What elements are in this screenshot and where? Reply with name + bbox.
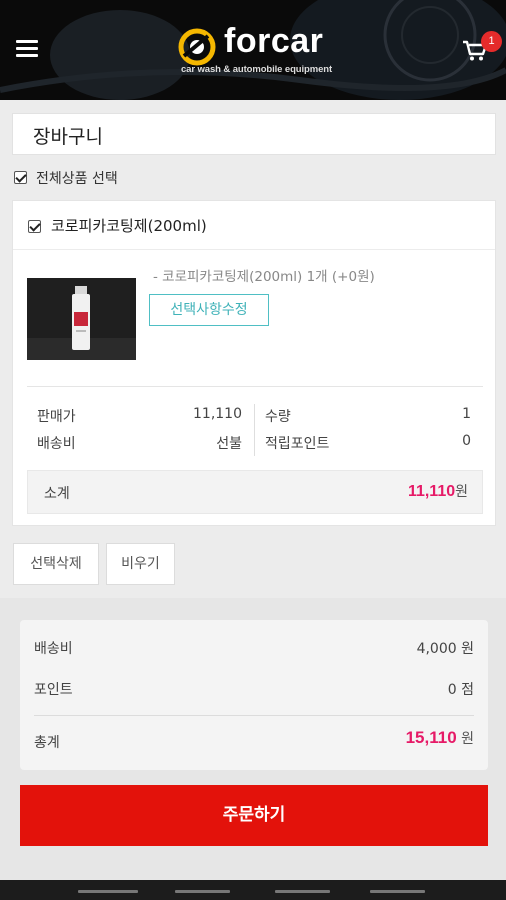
select-all-checkbox[interactable] bbox=[14, 171, 27, 184]
brand-logo[interactable]: forcar car wash & automobile equipment bbox=[178, 22, 348, 80]
footer bbox=[0, 880, 506, 900]
item-checkbox[interactable] bbox=[28, 220, 41, 233]
footer-link-placeholder bbox=[175, 890, 230, 893]
total-amount: 15,110 원 bbox=[406, 728, 474, 748]
footer-link-placeholder bbox=[275, 890, 330, 893]
subtotal-label: 소계 bbox=[44, 486, 70, 502]
quantity-label: 수량 bbox=[265, 409, 291, 425]
footer-link-placeholder bbox=[78, 890, 138, 893]
column-divider bbox=[254, 404, 255, 456]
divider bbox=[27, 386, 483, 387]
summary-points-value: 0 점 bbox=[447, 682, 474, 698]
delete-selected-button[interactable]: 선택삭제 bbox=[13, 543, 99, 585]
points-value: 0 bbox=[462, 433, 471, 449]
empty-cart-button[interactable]: 비우기 bbox=[106, 543, 175, 585]
subtotal-value: 11,110 bbox=[407, 483, 456, 500]
total-value: 15,110 bbox=[405, 728, 457, 747]
product-thumbnail[interactable] bbox=[27, 278, 136, 360]
select-all-label: 전체상품 선택 bbox=[36, 171, 118, 187]
shipping-label: 배송비 bbox=[37, 436, 76, 452]
brand-tagline: car wash & automobile equipment bbox=[181, 64, 333, 75]
page-title: 장바구니 bbox=[33, 126, 103, 148]
summary-shipping-label: 배송비 bbox=[34, 641, 73, 657]
item-header: 코로피카코팅제(200ml) bbox=[13, 201, 495, 250]
item-name[interactable]: 코로피카코팅제(200ml) bbox=[51, 215, 207, 236]
sale-price-value: 11,110 bbox=[193, 406, 242, 422]
summary-shipping-value: 4,000 원 bbox=[416, 641, 474, 657]
footer-link-placeholder bbox=[370, 890, 425, 893]
menu-icon[interactable] bbox=[16, 40, 38, 58]
points-label: 적립포인트 bbox=[265, 436, 330, 452]
total-label: 총계 bbox=[34, 735, 60, 751]
app-header: forcar car wash & automobile equipment 1 bbox=[0, 0, 506, 100]
subtotal-amount: 11,110원 bbox=[408, 481, 468, 501]
summary-points-label: 포인트 bbox=[34, 682, 73, 698]
total-unit: 원 bbox=[461, 731, 474, 747]
cart-item-card: 코로피카코팅제(200ml) - 코로피카코팅제(200ml) 1개 (+0원)… bbox=[12, 200, 496, 526]
quantity-value: 1 bbox=[462, 406, 471, 422]
shipping-value: 선불 bbox=[216, 436, 242, 452]
order-summary: 배송비 4,000 원 포인트 0 점 총계 15,110 원 bbox=[20, 620, 488, 770]
brand-name: forcar bbox=[224, 22, 324, 60]
edit-option-button[interactable]: 선택사항수정 bbox=[149, 294, 269, 326]
subtotal-unit: 원 bbox=[455, 484, 468, 500]
sale-price-label: 판매가 bbox=[37, 409, 76, 425]
cart-count-badge: 1 bbox=[481, 31, 502, 52]
order-button[interactable]: 주문하기 bbox=[20, 785, 488, 846]
page-title-bar: 장바구니 bbox=[12, 113, 496, 155]
logo-mark-icon bbox=[178, 28, 216, 66]
divider bbox=[34, 715, 474, 716]
item-subtotal: 소계 11,110원 bbox=[27, 470, 483, 514]
item-option-text: - 코로피카코팅제(200ml) 1개 (+0원) bbox=[153, 269, 375, 285]
